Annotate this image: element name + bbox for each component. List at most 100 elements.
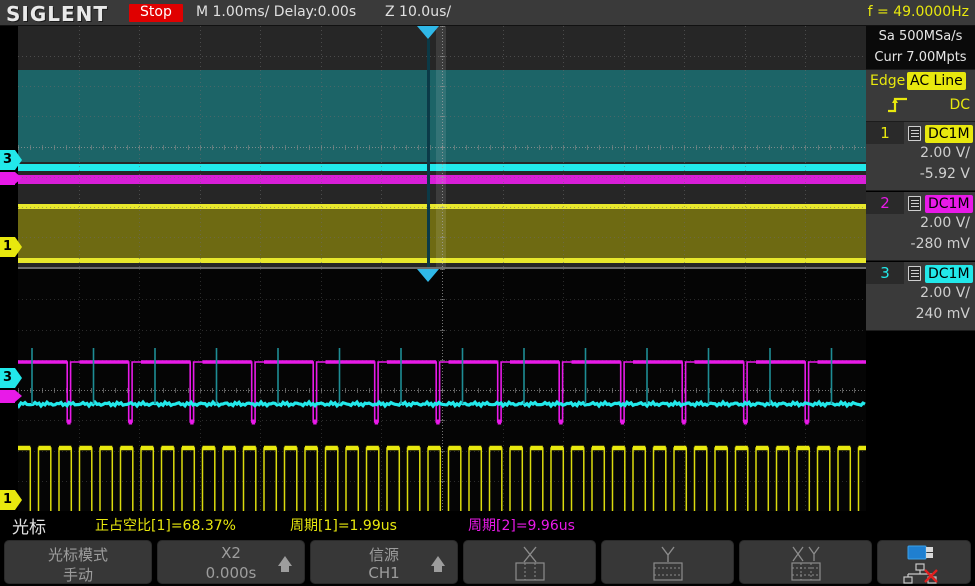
graticule-tick [805,145,806,150]
graticule-tick [503,145,504,150]
timebase-readout[interactable]: M 1.00ms/ Delay:0.00s [196,4,356,20]
graticule-tick [333,145,334,150]
channel-marker-tip [15,150,22,170]
graticule-tick [781,145,782,150]
measurement-item-1[interactable]: 周期[1]=1.99us [290,515,397,535]
trigger-position-marker-top[interactable] [417,26,439,39]
graticule-tick [272,145,273,150]
graticule-tick [721,145,722,150]
bandwidth-limit-icon[interactable] [908,196,921,211]
graticule-tick [103,145,104,150]
channel-marker-offset[interactable] [0,390,22,403]
bandwidth-limit-icon[interactable] [908,266,921,281]
source-button[interactable]: 信源 CH1 [310,540,458,584]
graticule-tick [345,145,346,150]
bandwidth-limit-icon[interactable] [908,126,921,141]
graticule-tick [648,145,649,150]
cursor-mode-button-line1: 光标模式 [5,544,151,565]
graticule-tick [357,145,358,150]
graticule-tick [188,145,189,150]
channel-1-number[interactable]: 1 [866,122,904,144]
cursor-mode-button[interactable]: 光标模式 手动 [4,540,152,584]
zoom-center-marker[interactable] [417,269,439,282]
frequency-counter-readout: f = 49.0000Hz [868,4,969,20]
zoom-window[interactable] [18,269,866,511]
channel-marker-1[interactable]: 1 [0,490,22,510]
channel-3-header: 3 DC1M [866,262,975,284]
x2-cursor-button[interactable]: X2 0.000s [157,540,305,584]
channel-marker-tip [15,368,22,388]
cursor-xy-button[interactable] [739,540,872,584]
graticule-tick [478,145,479,150]
graticule-tick [163,145,164,150]
cursor-mode-label: 光标 [12,513,46,538]
zoom-region-highlight[interactable] [436,26,446,267]
graticule-tick [151,145,152,150]
knob-adjust-icon[interactable] [278,556,292,566]
channel-3-volts-div: 2.00 V/ [920,285,970,301]
graticule-tick [309,145,310,150]
graticule-tick [539,145,540,150]
graticule-tick [248,145,249,150]
cursor-y-icon [602,546,733,582]
sample-rate-label: Sa 500MSa/s [866,26,975,47]
channel-3-coupling[interactable]: DC1M [925,265,973,283]
knob-adjust-icon[interactable] [431,556,445,566]
channel-2-coupling[interactable]: DC1M [925,195,973,213]
graticule-tick [454,145,455,150]
graticule-tick [515,145,516,150]
trigger-source-label[interactable]: AC Line [907,72,966,90]
graticule-tick [660,145,661,150]
rising-edge-icon [886,95,910,117]
channel-marker-3[interactable]: 3 [0,150,22,170]
graticule-tick [612,145,613,150]
channel-marker-1[interactable]: 1 [0,237,22,257]
measurement-item-0[interactable]: 正占空比[1]=68.37% [95,515,236,535]
main-timebase-window[interactable] [18,26,866,267]
channel-marker-tip [15,172,22,184]
top-status-bar: SIGLENT Stop M 1.00ms/ Delay:0.00s Z 10.… [0,0,975,26]
cursor-y-button[interactable] [601,540,734,584]
waveform-trace [18,448,866,511]
graticule-tick [115,145,116,150]
cursor-xy-icon [740,546,871,582]
channel-marker-offset[interactable] [0,172,22,185]
graticule-tick [297,145,298,150]
graticule-tick [624,145,625,150]
channel-1-info-box[interactable]: 1 DC1M 2.00 V/ -5.92 V [866,122,975,191]
graticule-tick [672,145,673,150]
graticule-tick [430,145,431,150]
graticule-tick [127,145,128,150]
channel-3-info-box[interactable]: 3 DC1M 2.00 V/ 240 mV [866,262,975,331]
channel-1-coupling[interactable]: DC1M [925,125,973,143]
channel-2-number[interactable]: 2 [866,192,904,214]
cursor-x-button[interactable] [463,540,596,584]
measurement-status-bar: 光标 正占空比[1]=68.37% 周期[1]=1.99us 周期[2]=9.9… [0,511,975,536]
graticule-tick [42,145,43,150]
graticule-tick [563,145,564,150]
graticule-tick [551,145,552,150]
acquisition-info-box: Sa 500MSa/s Curr 7.00Mpts [866,26,975,70]
graticule-tick [406,145,407,150]
graticule-tick [830,145,831,150]
bottom-toolbar[interactable]: 光标模式 手动 X2 0.000s 信源 CH1 [0,536,975,586]
io-status-button[interactable] [877,540,971,584]
graticule-tick [369,145,370,150]
graticule-tick [418,145,419,150]
channel-marker-body [0,390,15,403]
waveform-display-area[interactable] [0,26,866,511]
channel-marker-label: 1 [0,490,15,510]
channel-3-number[interactable]: 3 [866,262,904,284]
trigger-info-box[interactable]: Edge AC Line DC [866,70,975,122]
channel-2-info-box[interactable]: 2 DC1M 2.00 V/ -280 mV [866,192,975,261]
graticule-tick [587,145,588,150]
waveform-trace [18,402,865,406]
measurement-item-2[interactable]: 周期[2]=9.96us [468,515,575,535]
zoom-timebase-readout[interactable]: Z 10.0us/ [385,4,451,20]
graticule-tick [854,145,855,150]
graticule-tick [466,145,467,150]
channel-marker-3[interactable]: 3 [0,368,22,388]
run-stop-status-badge[interactable]: Stop [129,4,183,22]
graticule-tick [30,145,31,150]
graticule-tick [842,145,843,150]
